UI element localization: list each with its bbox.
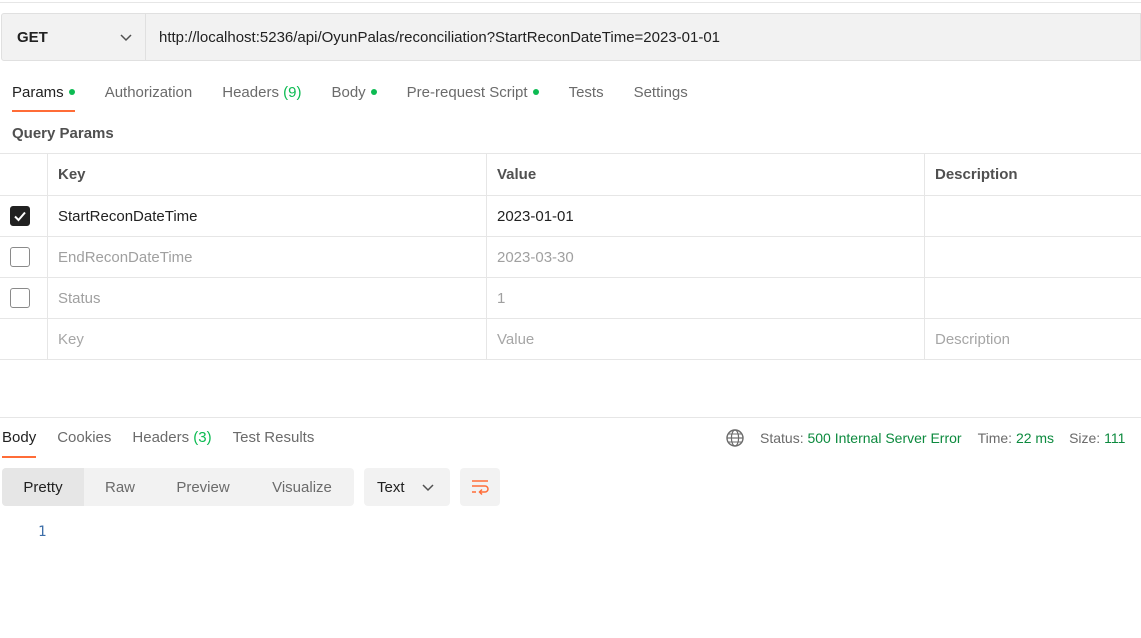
param-description[interactable]: [924, 236, 1141, 278]
tab-cookies-label: Cookies: [57, 429, 112, 446]
tab-test-results[interactable]: Test Results: [233, 428, 315, 458]
response-headers-count: (3): [193, 429, 212, 446]
tab-settings-label: Settings: [633, 84, 688, 101]
header-check-cell: [0, 153, 48, 196]
wrap-lines-icon: [472, 480, 489, 496]
table-header-row: Key Value Description: [0, 153, 1141, 196]
new-key-input[interactable]: Key: [47, 318, 487, 360]
tab-params-label: Params: [12, 84, 64, 101]
header-value: Value: [486, 153, 925, 196]
globe-icon[interactable]: [725, 428, 745, 448]
table-row-new: Key Value Description: [0, 318, 1141, 360]
param-value[interactable]: 1: [486, 277, 925, 319]
table-row: StartReconDateTime 2023-01-01: [0, 195, 1141, 237]
tab-body[interactable]: Body: [331, 82, 377, 112]
param-description[interactable]: [924, 195, 1141, 237]
size-label: Size:: [1069, 430, 1101, 446]
param-checkbox[interactable]: [10, 247, 30, 267]
query-params-table: Key Value Description StartReconDateTime…: [0, 153, 1141, 360]
status-label: Status:: [760, 430, 804, 446]
method-label: GET: [17, 28, 48, 46]
tab-pre-request-script[interactable]: Pre-request Script: [407, 82, 539, 112]
tab-authorization-label: Authorization: [104, 84, 193, 101]
response-view-bar: Pretty Raw Preview Visualize Text: [2, 468, 500, 506]
pre-request-dot: [532, 89, 539, 96]
status-value[interactable]: 500 Internal Server Error: [807, 430, 961, 446]
wrap-lines-button[interactable]: [460, 468, 500, 506]
top-divider: [0, 2, 1141, 3]
params-dot: [68, 89, 75, 96]
row-check-cell: [0, 277, 48, 319]
table-row: EndReconDateTime 2023-03-30: [0, 236, 1141, 278]
headers-count: (9): [283, 84, 302, 101]
response-status-area: Status: 500 Internal Server Error Time: …: [725, 428, 1125, 448]
table-row: Status 1: [0, 277, 1141, 319]
param-description[interactable]: [924, 277, 1141, 319]
time-label: Time:: [977, 430, 1013, 446]
param-key[interactable]: Status: [47, 277, 487, 319]
tab-headers-label: Headers: [222, 84, 279, 101]
row-check-cell: [0, 236, 48, 278]
line-number: 1: [38, 524, 47, 540]
param-key[interactable]: EndReconDateTime: [47, 236, 487, 278]
chevron-down-icon: [120, 34, 132, 42]
view-visualize[interactable]: Visualize: [250, 468, 354, 506]
param-key[interactable]: StartReconDateTime: [47, 195, 487, 237]
size-value[interactable]: 111: [1104, 430, 1125, 446]
param-checkbox[interactable]: [10, 206, 30, 226]
view-pretty[interactable]: Pretty: [2, 468, 84, 506]
format-select[interactable]: Text: [364, 468, 450, 506]
tab-response-body-label: Body: [2, 429, 37, 446]
check-icon: [14, 211, 26, 222]
new-value-input[interactable]: Value: [486, 318, 925, 360]
view-mode-segment: Pretty Raw Preview Visualize: [2, 468, 354, 506]
view-raw[interactable]: Raw: [84, 468, 156, 506]
request-bar: GET http://localhost:5236/api/OyunPalas/…: [1, 13, 1141, 61]
param-value[interactable]: 2023-01-01: [486, 195, 925, 237]
chevron-down-icon: [421, 484, 434, 492]
header-key: Key: [47, 153, 487, 196]
tab-tests-label: Tests: [568, 84, 604, 101]
param-value[interactable]: 2023-03-30: [486, 236, 925, 278]
view-preview[interactable]: Preview: [156, 468, 250, 506]
tab-response-body[interactable]: Body: [2, 428, 37, 458]
tab-response-headers-label: Headers: [132, 429, 190, 446]
tab-test-results-label: Test Results: [232, 429, 315, 446]
tab-pre-request-label: Pre-request Script: [406, 84, 528, 101]
query-params-title: Query Params: [12, 125, 114, 142]
row-check-cell: [0, 195, 48, 237]
tab-params[interactable]: Params: [12, 82, 75, 112]
format-label: Text: [377, 478, 405, 496]
tab-authorization[interactable]: Authorization: [105, 82, 193, 112]
response-divider: [0, 417, 1141, 418]
url-input[interactable]: http://localhost:5236/api/OyunPalas/reco…: [146, 13, 1141, 61]
header-description: Description: [924, 153, 1141, 196]
method-select[interactable]: GET: [1, 13, 146, 61]
tab-body-label: Body: [331, 84, 366, 101]
response-tabs: Body Cookies Headers (3) Test Results: [2, 428, 335, 460]
tab-response-headers[interactable]: Headers (3): [132, 428, 211, 458]
body-dot: [370, 89, 377, 96]
new-description-input[interactable]: Description: [924, 318, 1141, 360]
tab-headers[interactable]: Headers (9): [222, 82, 301, 112]
request-tabs: Params Authorization Headers (9) Body Pr…: [12, 82, 718, 114]
param-checkbox[interactable]: [10, 288, 30, 308]
time-value[interactable]: 22 ms: [1016, 430, 1054, 446]
tab-cookies[interactable]: Cookies: [57, 428, 111, 458]
row-check-cell: [0, 318, 48, 360]
tab-settings[interactable]: Settings: [634, 82, 688, 112]
tab-tests[interactable]: Tests: [569, 82, 604, 112]
